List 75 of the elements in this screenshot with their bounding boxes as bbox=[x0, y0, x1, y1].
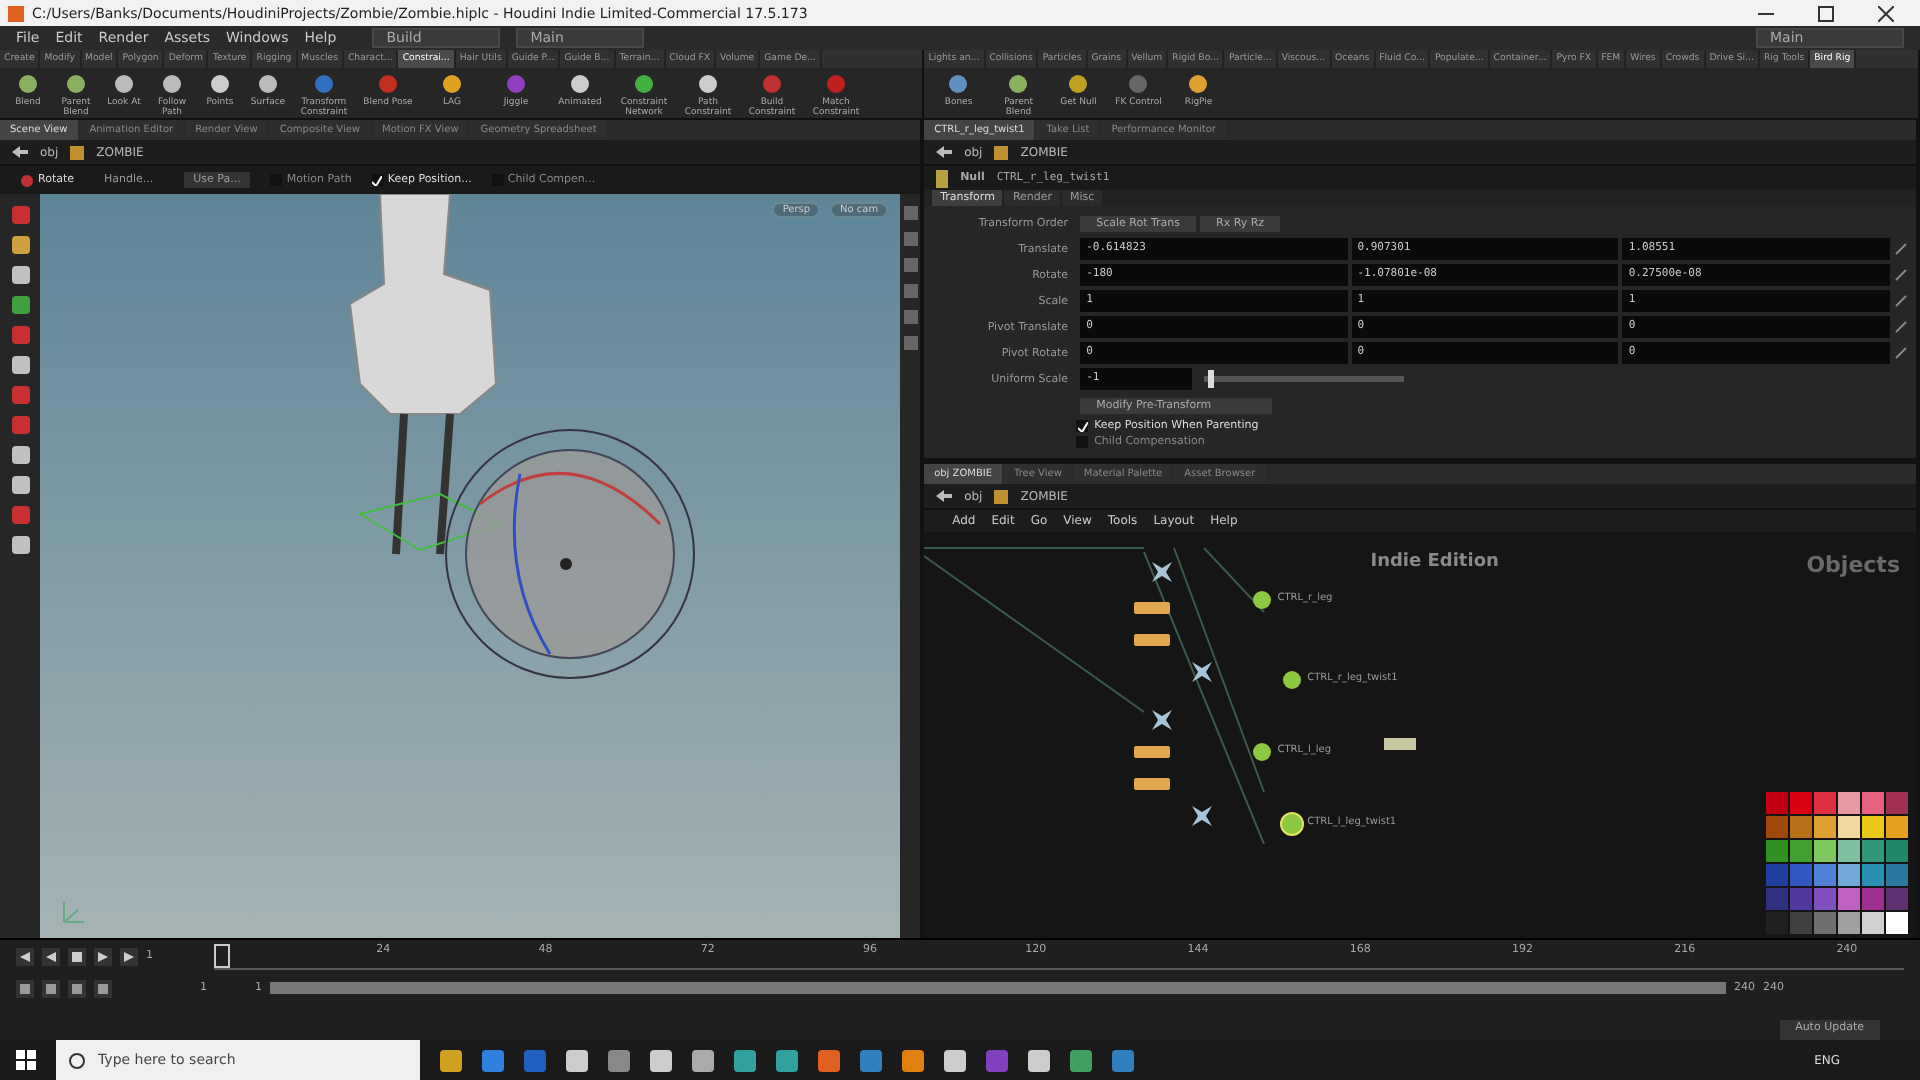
shelf-tool-icon bbox=[824, 72, 848, 96]
step-icon[interactable] bbox=[42, 947, 60, 965]
taskbar-app-icon[interactable] bbox=[944, 1049, 966, 1071]
shelf-tool-icon bbox=[760, 72, 784, 96]
null-node-icon[interactable] bbox=[1134, 602, 1171, 614]
shelf-tool-icon bbox=[208, 72, 232, 96]
back-arrow-icon[interactable] bbox=[936, 490, 953, 502]
windows-start-icon[interactable] bbox=[16, 1050, 36, 1070]
shelf-tool-icon bbox=[64, 72, 88, 96]
control-node-icon[interactable] bbox=[1279, 668, 1304, 692]
shelf-tool-icon bbox=[632, 72, 656, 96]
control-node-icon[interactable] bbox=[1249, 588, 1274, 612]
rotate-tool-icon[interactable] bbox=[20, 173, 34, 187]
taskbar-app-icon[interactable] bbox=[440, 1049, 462, 1071]
stop-icon[interactable] bbox=[68, 947, 86, 965]
shelf-tool-icon bbox=[376, 72, 400, 96]
key-icon[interactable] bbox=[1894, 294, 1908, 308]
shelf-tool-icon bbox=[1006, 72, 1031, 96]
shelf-tool-icon bbox=[312, 72, 336, 96]
null-node-icon[interactable] bbox=[1134, 746, 1171, 758]
shelf-tool-icon bbox=[946, 72, 971, 96]
key-icon[interactable] bbox=[1894, 320, 1908, 334]
shelf-tool-icon bbox=[1186, 72, 1211, 96]
play-icon[interactable] bbox=[94, 947, 112, 965]
shelf-tool-icon bbox=[112, 72, 136, 96]
taskbar-app-icon[interactable] bbox=[608, 1049, 630, 1071]
context-label: Objects bbox=[1806, 552, 1900, 578]
shelf-tool-icon bbox=[504, 72, 528, 96]
control-node-icon[interactable] bbox=[1279, 812, 1304, 836]
checkmark-icon bbox=[372, 175, 383, 185]
bone-node-icon[interactable] bbox=[1150, 708, 1175, 732]
step-icon[interactable] bbox=[16, 947, 34, 965]
object-icon bbox=[70, 145, 85, 159]
bone-node-icon[interactable] bbox=[1189, 804, 1214, 828]
control-node-icon[interactable] bbox=[1249, 740, 1274, 764]
taskbar-app-icon[interactable] bbox=[650, 1049, 672, 1071]
taskbar-app-icon[interactable] bbox=[734, 1049, 756, 1071]
taskbar-app-icon[interactable] bbox=[1028, 1049, 1050, 1071]
null-icon bbox=[936, 169, 949, 187]
back-arrow-icon[interactable] bbox=[12, 146, 28, 158]
axis-gizmo-icon bbox=[60, 898, 88, 926]
step-icon[interactable] bbox=[120, 947, 138, 965]
object-icon bbox=[994, 145, 1009, 159]
key-icon[interactable] bbox=[1894, 242, 1908, 256]
app-icon bbox=[8, 5, 24, 21]
taskbar-app-icon[interactable] bbox=[1070, 1049, 1092, 1071]
shelf-tool-icon bbox=[440, 72, 464, 96]
null-node-icon[interactable] bbox=[1134, 778, 1171, 790]
shelf-tool-icon bbox=[256, 72, 280, 96]
taskbar-app-icon[interactable] bbox=[692, 1049, 714, 1071]
taskbar-app-icon[interactable] bbox=[776, 1049, 798, 1071]
taskbar-app-icon[interactable] bbox=[818, 1049, 840, 1071]
key-icon[interactable] bbox=[1894, 268, 1908, 282]
search-icon bbox=[68, 1051, 86, 1069]
shelf-tool-icon bbox=[696, 72, 720, 96]
playhead[interactable] bbox=[214, 943, 230, 967]
bone-node-icon[interactable] bbox=[1189, 660, 1214, 684]
taskbar-app-icon[interactable] bbox=[902, 1049, 924, 1071]
taskbar-app-icon[interactable] bbox=[566, 1049, 588, 1071]
bone-node-icon[interactable] bbox=[1150, 560, 1175, 584]
shelf-tool-icon bbox=[568, 72, 592, 96]
shelf-tool-icon bbox=[1126, 72, 1151, 96]
back-arrow-icon[interactable] bbox=[936, 146, 953, 158]
key-icon[interactable] bbox=[1894, 346, 1908, 360]
slider-thumb[interactable] bbox=[1208, 370, 1215, 388]
taskbar-app-icon[interactable] bbox=[482, 1049, 504, 1071]
color-palette-drawing[interactable] bbox=[1766, 792, 1908, 934]
checkmark-icon bbox=[1077, 421, 1088, 431]
shelf-tool-icon bbox=[1066, 72, 1091, 96]
object-icon bbox=[994, 489, 1009, 503]
shelf-tool-icon bbox=[160, 72, 184, 96]
geometry-node-icon[interactable] bbox=[1384, 738, 1417, 750]
shelf-tool-icon bbox=[16, 72, 40, 96]
null-node-icon[interactable] bbox=[1134, 634, 1171, 646]
edition-label: Indie Edition bbox=[1370, 552, 1499, 572]
